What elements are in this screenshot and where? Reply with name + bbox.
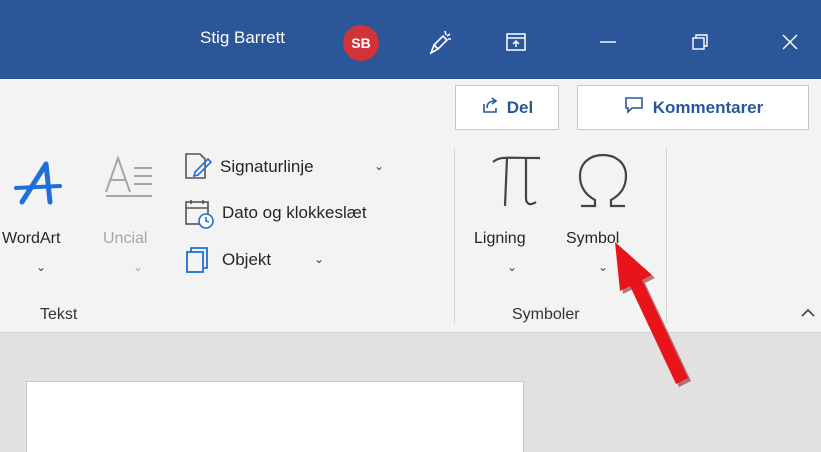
share-button[interactable]: Del [455, 85, 559, 130]
restore-icon[interactable] [680, 22, 720, 62]
share-icon [481, 95, 501, 120]
object-icon [186, 247, 208, 273]
dropcap-label: Uncial [103, 230, 148, 247]
ribbon-display-options-icon[interactable] [496, 22, 536, 62]
share-label: Del [506, 97, 534, 117]
calendar-clock-icon [185, 200, 214, 229]
chevron-down-icon: ⌄ [314, 252, 325, 266]
date-time-label: Dato og klokkeslæt [222, 203, 367, 222]
close-icon[interactable] [770, 22, 810, 62]
document-page[interactable] [26, 381, 524, 452]
signature-icon [185, 153, 213, 179]
object-label: Objekt [222, 250, 272, 269]
coauthoring-icon[interactable] [420, 22, 460, 62]
equation-label: Ligning [474, 230, 526, 247]
chevron-down-icon: ⌄ [133, 260, 144, 274]
chevron-down-icon: ⌄ [36, 260, 47, 274]
group-separator [454, 148, 455, 324]
user-name[interactable]: Stig Barrett [200, 28, 285, 48]
text-group-label: Tekst [40, 306, 78, 323]
wordart-icon [14, 161, 62, 205]
chevron-down-icon: ⌄ [374, 159, 385, 173]
comment-icon [623, 95, 645, 120]
collapse-ribbon-icon[interactable] [798, 302, 818, 322]
comments-label: Kommentarer [652, 97, 764, 117]
avatar[interactable]: SB [343, 25, 379, 61]
minimize-icon[interactable] [588, 22, 628, 62]
signature-label: Signaturlinje [220, 157, 314, 176]
annotation-arrow-icon [615, 242, 691, 387]
comments-button[interactable]: Kommentarer [577, 85, 809, 130]
title-bar: Stig Barrett SB [0, 0, 821, 79]
omega-icon [578, 153, 628, 208]
dropcap-icon [105, 154, 152, 197]
symbols-group-label: Symboler [512, 306, 580, 323]
pi-icon [492, 156, 541, 207]
wordart-label: WordArt [2, 230, 61, 247]
chevron-down-icon: ⌄ [507, 260, 518, 274]
